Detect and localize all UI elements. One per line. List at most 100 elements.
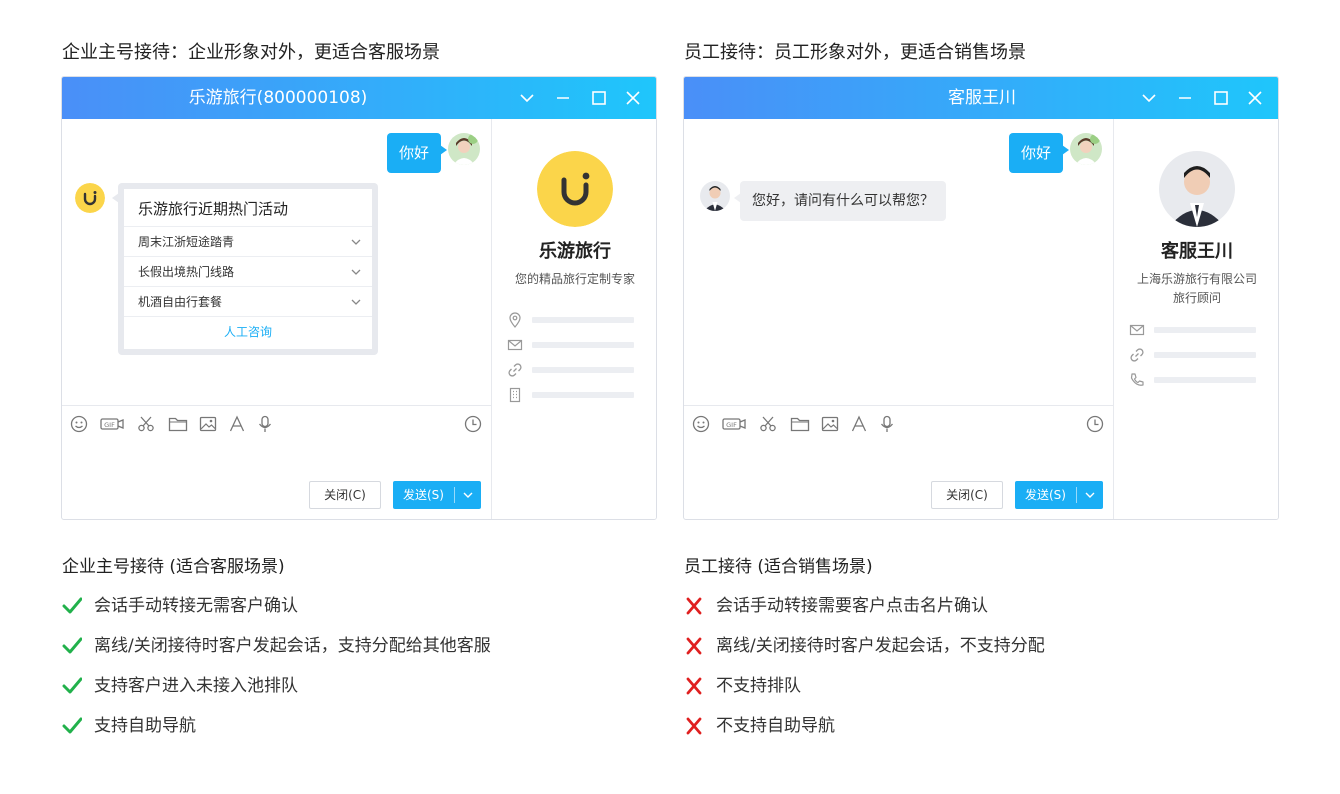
send-button-label: 发送(S) — [1025, 488, 1066, 502]
chevron-down-icon — [351, 239, 361, 245]
microphone-icon[interactable] — [878, 415, 896, 433]
card-item-label: 机酒自由行套餐 — [138, 295, 223, 309]
building-icon — [509, 387, 521, 403]
collapse-chevron-icon[interactable] — [1139, 88, 1159, 108]
right-caption: 员工接待：员工形象对外，更适合销售场景 — [684, 42, 1026, 63]
card-title: 乐游旅行近期热门活动 — [124, 189, 372, 227]
left-list-title: 企业主号接待 (适合客服场景) — [62, 557, 285, 577]
minimize-icon[interactable] — [1175, 88, 1195, 108]
mail-icon — [1129, 324, 1145, 336]
profile-role: 旅行顾问 — [1172, 291, 1221, 305]
send-button[interactable]: 发送(S) — [1015, 481, 1103, 509]
card-item[interactable]: 周末江浙短途踏青 — [124, 227, 372, 257]
profile-name: 乐游旅行 — [539, 241, 611, 262]
gif-icon[interactable]: GIF — [100, 415, 124, 433]
agent-avatar-small — [700, 181, 730, 211]
mail-icon — [507, 339, 523, 351]
card-item[interactable]: 机酒自由行套餐 — [124, 287, 372, 317]
maximize-icon[interactable] — [589, 88, 609, 108]
profile-panel: 乐游旅行 您的精品旅行定制专家 — [491, 119, 656, 519]
human-consult-link[interactable]: 人工咨询 — [124, 317, 372, 347]
card-item-label: 周末江浙短途踏青 — [138, 235, 235, 249]
maximize-icon[interactable] — [1211, 88, 1231, 108]
feature-text: 会话手动转接需要客户点击名片确认 — [716, 596, 988, 616]
history-clock-icon[interactable] — [1086, 415, 1104, 433]
agent-photo — [1159, 151, 1235, 227]
collapse-chevron-icon[interactable] — [517, 88, 537, 108]
link-icon — [1130, 348, 1144, 362]
employee-chat-window: 客服王川 你好 您好，请问有什么可以帮您？ GIF 关闭(C) 发送(S) 客服… — [683, 76, 1279, 520]
toolbar-divider — [62, 405, 491, 406]
cross-icon — [686, 717, 702, 735]
left-caption: 企业主号接待：企业形象对外，更适合客服场景 — [62, 42, 440, 63]
link-icon — [508, 363, 522, 377]
cross-icon — [686, 597, 702, 615]
feature-text: 不支持自助导航 — [716, 716, 835, 736]
feature-text: 会话手动转接无需客户确认 — [94, 596, 298, 616]
history-clock-icon[interactable] — [464, 415, 482, 433]
feature-text: 支持自助导航 — [94, 716, 196, 736]
feature-text: 支持客户进入未接入池排队 — [94, 676, 298, 696]
info-placeholder-bar — [532, 367, 634, 373]
chat-area: 你好 乐游旅行近期热门活动 周末江浙短途踏青 长假出境热门线路 机酒自由行套餐 … — [62, 119, 491, 519]
check-icon — [62, 637, 82, 654]
check-icon — [62, 597, 82, 614]
info-placeholder-bar — [1154, 352, 1256, 358]
greeting-bubble: 你好 — [387, 133, 448, 173]
right-list-title: 员工接待 (适合销售场景) — [684, 557, 873, 577]
check-icon — [62, 677, 82, 694]
feature-text: 离线/关闭接待时客户发起会话，不支持分配 — [716, 636, 1045, 656]
brand-logo — [537, 151, 613, 227]
greeting-bubble: 你好 — [1009, 133, 1070, 173]
scissors-icon[interactable] — [759, 415, 777, 433]
microphone-icon[interactable] — [256, 415, 274, 433]
close-chat-button[interactable]: 关闭(C) — [931, 481, 1003, 509]
window-title: 乐游旅行(800000108) — [188, 88, 368, 108]
agent-reply-bubble: 您好，请问有什么可以帮您？ — [734, 181, 946, 221]
card-item-label: 长假出境热门线路 — [138, 265, 235, 279]
gif-icon[interactable]: GIF — [722, 415, 746, 433]
close-window-icon[interactable] — [623, 88, 643, 108]
card-item[interactable]: 长假出境热门线路 — [124, 257, 372, 287]
activity-card: 乐游旅行近期热门活动 周末江浙短途踏青 长假出境热门线路 机酒自由行套餐 人工咨… — [112, 183, 378, 355]
info-placeholder-bar — [532, 392, 634, 398]
emoji-icon[interactable] — [70, 415, 88, 433]
font-icon[interactable] — [228, 415, 246, 433]
send-button[interactable]: 发送(S) — [393, 481, 481, 509]
chat-area: 你好 您好，请问有什么可以帮您？ GIF 关闭(C) 发送(S) — [684, 119, 1113, 519]
folder-icon[interactable] — [168, 415, 188, 433]
profile-panel: 客服王川 上海乐游旅行有限公司 旅行顾问 — [1113, 119, 1278, 519]
chevron-down-icon — [351, 299, 361, 305]
send-options-chevron-icon[interactable] — [1077, 481, 1103, 509]
image-icon[interactable] — [821, 415, 839, 433]
scissors-icon[interactable] — [137, 415, 155, 433]
minimize-icon[interactable] — [553, 88, 573, 108]
feature-text: 不支持排队 — [716, 676, 801, 696]
image-icon[interactable] — [199, 415, 217, 433]
chevron-down-icon — [351, 269, 361, 275]
phone-icon — [1130, 373, 1144, 386]
customer-avatar — [448, 133, 480, 165]
location-icon — [509, 312, 521, 328]
profile-subtitle: 您的精品旅行定制专家 — [514, 272, 635, 286]
feature-text: 离线/关闭接待时客户发起会话，支持分配给其他客服 — [94, 636, 491, 656]
enterprise-chat-window: 乐游旅行(800000108) 你好 乐游旅行近期热门活动 周末江浙短途踏青 长… — [61, 76, 657, 520]
info-placeholder-bar — [532, 317, 634, 323]
cross-icon — [686, 677, 702, 695]
window-titlebar: 乐游旅行(800000108) — [62, 77, 656, 119]
cross-icon — [686, 637, 702, 655]
profile-company: 上海乐游旅行有限公司 — [1136, 272, 1257, 286]
emoji-icon[interactable] — [692, 415, 710, 433]
info-placeholder-bar — [1154, 377, 1256, 383]
font-icon[interactable] — [850, 415, 868, 433]
customer-avatar — [1070, 133, 1102, 165]
window-titlebar: 客服王川 — [684, 77, 1278, 119]
svg-text:GIF: GIF — [104, 421, 115, 429]
info-placeholder-bar — [532, 342, 634, 348]
send-options-chevron-icon[interactable] — [455, 481, 481, 509]
profile-name: 客服王川 — [1161, 241, 1233, 262]
folder-icon[interactable] — [790, 415, 810, 433]
brand-logo-avatar — [75, 183, 105, 213]
close-window-icon[interactable] — [1245, 88, 1265, 108]
close-chat-button[interactable]: 关闭(C) — [309, 481, 381, 509]
